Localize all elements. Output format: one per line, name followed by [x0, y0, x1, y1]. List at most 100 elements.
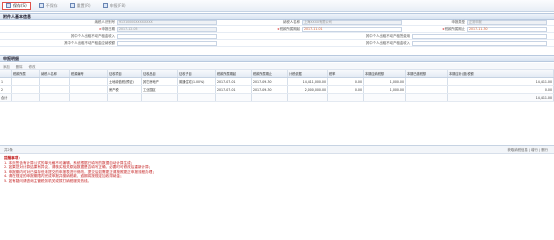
table-cell[interactable]: 2017-09-30	[252, 78, 288, 85]
column-header[interactable]: 征收子目	[178, 70, 216, 77]
table-cell[interactable]	[142, 94, 178, 101]
column-header[interactable]: 税款所属	[12, 70, 40, 77]
discard-button[interactable]: 不保存	[35, 2, 62, 10]
table-cell[interactable]: 2017-07-01	[216, 86, 252, 93]
table-cell[interactable]: 其它房地产	[142, 78, 178, 85]
field-label-declare-type: 申报类型	[451, 20, 465, 24]
table-cell[interactable]	[364, 94, 406, 101]
table-cell[interactable]	[40, 86, 70, 93]
period-start-field[interactable]: 2017-11-01	[302, 27, 402, 32]
discard-icon	[38, 3, 44, 8]
form-row: 其中个人出租不动产租金收入 其中个人出租不动产租赁费用	[0, 34, 554, 40]
basic-info-form: 纳税人识别号 91310000XXXXXXXX 纳税人名称 上海XXXX有限公司…	[0, 20, 554, 55]
table-cell[interactable]: 14,411,000.00	[288, 78, 328, 85]
field-label-rent-tax: 其中个人出租不动产租金应纳税额	[64, 41, 115, 45]
record-count: 共2条	[4, 148, 13, 152]
column-header[interactable]: 本期应补(退)税额	[448, 70, 554, 77]
add-button[interactable]: 添加	[3, 64, 10, 69]
grid-header: 税款所属 纳税人名称 税源编号 征收项目 征收品目 征收子目 税款所属期起 税款所属期止 计税依…	[0, 70, 554, 78]
table-cell: 0.00	[448, 86, 554, 93]
table-cell[interactable]	[178, 94, 216, 101]
table-cell[interactable]	[406, 78, 448, 85]
table-cell[interactable]	[12, 94, 40, 101]
table-cell[interactable]	[70, 94, 108, 101]
detail-section-title: 申报明细	[0, 55, 554, 62]
field-label-period-start: 税款所属期起	[240, 27, 300, 32]
table-cell[interactable]	[70, 78, 108, 85]
table-cell[interactable]: 2017-07-01	[216, 78, 252, 85]
table-row[interactable]: 2 房产税 工业园区 2017-07-01 2017-09-30 2,000,000.00…	[0, 86, 554, 94]
declare-date-field[interactable]: 2017-12-05	[117, 27, 217, 32]
grid-empty-area	[0, 102, 554, 146]
column-header[interactable]: 税款所属期起	[216, 70, 252, 77]
rent-cost-field[interactable]	[412, 34, 547, 39]
table-cell[interactable]	[178, 86, 216, 93]
table-cell[interactable]	[70, 86, 108, 93]
field-label-rent-income: 其中个人出租不动产租金收入	[70, 34, 115, 38]
table-cell[interactable]	[40, 78, 70, 85]
column-header[interactable]	[0, 70, 12, 77]
taxpayer-name-field: 上海XXXX有限公司	[302, 20, 402, 25]
form-row: 其中个人出租不动产租金应纳税额 其中个人出租不动产租金收入	[0, 41, 554, 47]
table-cell: 14,411.00	[448, 78, 554, 85]
field-label-taxpayer-id: 纳税人识别号	[94, 20, 115, 24]
table-cell[interactable]	[406, 94, 448, 101]
table-cell[interactable]	[12, 78, 40, 85]
table-cell[interactable]	[328, 94, 364, 101]
save-icon	[6, 3, 11, 8]
column-header[interactable]: 计税依据	[288, 70, 328, 77]
form-row: 申报日期 2017-12-05 税款所属期起 2017-11-01 税款所属期止…	[0, 27, 554, 33]
column-header[interactable]: 税款所属期止	[252, 70, 288, 77]
table-cell[interactable]	[406, 86, 448, 93]
field-label-declare-date: 申报日期	[60, 27, 115, 32]
table-cell[interactable]	[252, 94, 288, 101]
table-cell[interactable]	[12, 86, 40, 93]
table-cell[interactable]: 1,000.00	[364, 86, 406, 93]
rent-income-field[interactable]	[117, 34, 217, 39]
declare-icon	[102, 3, 108, 8]
table-cell[interactable]: 土地增值税(预征)	[108, 78, 142, 85]
table-cell: 合计	[0, 94, 12, 101]
period-end-field[interactable]: 2017-11-30	[467, 27, 547, 32]
table-cell[interactable]: 普通住宅(1.00%)	[178, 78, 216, 85]
table-cell[interactable]	[108, 94, 142, 101]
table-cell[interactable]: 0.00	[328, 78, 364, 85]
table-cell[interactable]: 2017-09-30	[252, 86, 288, 93]
column-header[interactable]: 纳税人名称	[40, 70, 70, 77]
column-header[interactable]: 本期应纳税额	[364, 70, 406, 77]
total-row[interactable]: 合计 14,411.00	[0, 94, 554, 102]
toolbar: 保存(S) 不保存 重置(R) 申报(F8)	[0, 0, 554, 12]
table-cell[interactable]: 工业园区	[142, 86, 178, 93]
field-label-taxpayer-name: 纳税人名称	[283, 20, 300, 24]
table-cell[interactable]	[288, 94, 328, 101]
column-header[interactable]: 本期已缴税额	[406, 70, 448, 77]
notes: 提醒事项： 1. 本页签含有计算公式的单元格不可编辑，系统根据已填写的数据自动计…	[4, 156, 544, 184]
field-label-period-end: 税款所属期止	[420, 27, 465, 32]
rent-tax-field[interactable]	[117, 41, 217, 46]
note-line: 5. 如有疑问请咨询主管税务机关或拨打纳税服务热线。	[4, 178, 92, 183]
pager-actions[interactable]: 获取纳税信息 | 增行 | 删行	[507, 146, 548, 154]
edit-button[interactable]: 修改	[29, 64, 36, 69]
column-header[interactable]: 税源编号	[70, 70, 108, 77]
table-cell[interactable]: 2,000,000.00	[288, 86, 328, 93]
column-header[interactable]: 税率	[328, 70, 364, 77]
rent-income-2-field[interactable]	[412, 41, 547, 46]
table-cell[interactable]	[40, 94, 70, 101]
reset-button[interactable]: 重置(R)	[66, 2, 95, 10]
table-cell[interactable]: 0.00	[328, 86, 364, 93]
table-cell[interactable]: 1,000.00	[364, 78, 406, 85]
reset-icon	[69, 3, 75, 8]
table-cell[interactable]	[216, 94, 252, 101]
table-cell: 2	[0, 86, 12, 93]
column-header[interactable]: 征收项目	[108, 70, 142, 77]
delete-button[interactable]: 删除	[16, 64, 23, 69]
table-cell: 1	[0, 78, 12, 85]
table-row[interactable]: 1 土地增值税(预征) 其它房地产 普通住宅(1.00%) 2017-07-01 2017…	[0, 78, 554, 86]
save-button[interactable]: 保存(S)	[2, 1, 31, 10]
field-label-rent-cost: 其中个人出租不动产租赁费用	[365, 34, 410, 38]
table-cell[interactable]: 房产税	[108, 86, 142, 93]
basic-info-section-title: 附件人基本信息	[0, 13, 554, 20]
column-header[interactable]: 征收品目	[142, 70, 178, 77]
form-row: 纳税人识别号 91310000XXXXXXXX 纳税人名称 上海XXXX有限公司…	[0, 20, 554, 26]
declare-button[interactable]: 申报(F8)	[99, 2, 130, 10]
